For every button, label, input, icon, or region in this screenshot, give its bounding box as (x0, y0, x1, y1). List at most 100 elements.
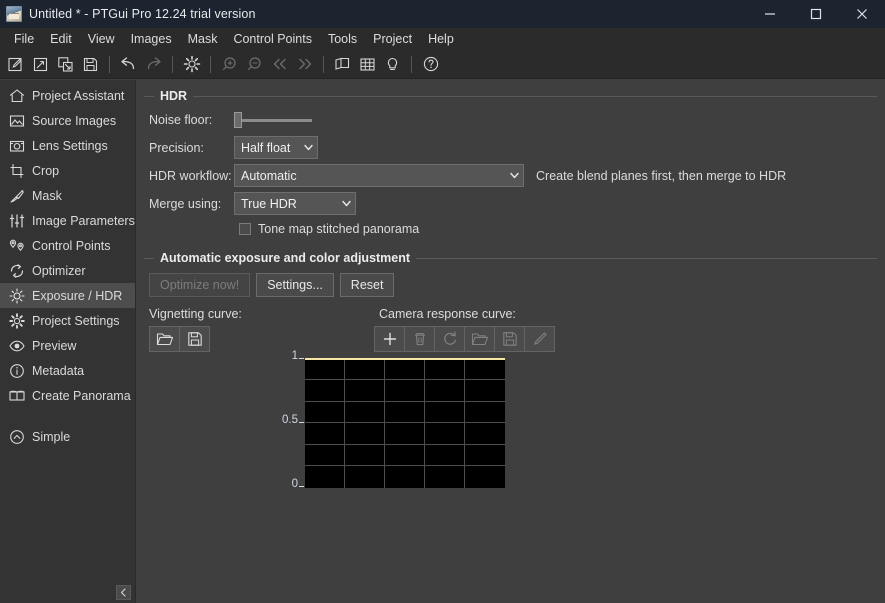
group-dash (144, 258, 154, 259)
menu-mask[interactable]: Mask (180, 30, 226, 48)
refresh-icon (442, 331, 458, 347)
content-panel: HDR Noise floor: Precision: Half float (136, 80, 885, 603)
menu-control-points[interactable]: Control Points (225, 30, 320, 48)
folder-open-icon (156, 331, 174, 347)
grid-button[interactable] (355, 52, 380, 77)
redo-icon (144, 56, 163, 73)
maximize-icon (810, 8, 822, 20)
panorama-icon (8, 387, 25, 404)
exposure-groupbox: Automatic exposure and color adjustment … (144, 250, 885, 352)
settings-gear-icon (183, 55, 201, 73)
toolbar-separator (323, 56, 324, 73)
sidebar-item-crop[interactable]: Crop (0, 158, 135, 183)
sidebar-item-label: Create Panorama (32, 389, 131, 403)
chevron-left-icon (119, 588, 128, 597)
chevron-down-icon (337, 200, 355, 207)
noise-floor-label: Noise floor: (144, 113, 234, 127)
sidebar-item-metadata[interactable]: Metadata (0, 358, 135, 383)
open-project-icon (32, 56, 49, 73)
camera-response-refresh-button (434, 326, 465, 352)
precision-select[interactable]: Half float (234, 136, 318, 159)
trash-icon (412, 331, 428, 347)
sliders-icon (8, 212, 25, 229)
exposure-button-row: Optimize now! Settings... Reset (144, 273, 885, 297)
sidebar-item-label: Crop (32, 164, 59, 178)
sidebar-collapse-button[interactable] (116, 585, 131, 600)
noise-floor-row: Noise floor: (144, 109, 885, 131)
layers-button[interactable] (330, 52, 355, 77)
camera-response-button-row (374, 326, 555, 352)
y-tick (299, 358, 304, 359)
sidebar-item-project-settings[interactable]: Project Settings (0, 308, 135, 333)
sidebar-item-control-points[interactable]: Control Points (0, 233, 135, 258)
tone-map-checkbox[interactable] (239, 223, 251, 235)
grid-line-horizontal (305, 379, 505, 380)
reset-button[interactable]: Reset (340, 273, 395, 297)
menu-view[interactable]: View (80, 30, 123, 48)
lightbulb-button[interactable] (380, 52, 405, 77)
chevron-up-circle-icon (8, 428, 25, 445)
sidebar-mode-toggle[interactable]: Simple (0, 424, 135, 449)
sidebar-item-label: Project Assistant (32, 89, 124, 103)
previous-icon (271, 55, 289, 73)
settings-gear-button[interactable] (179, 52, 204, 77)
menu-file[interactable]: File (6, 30, 42, 48)
grid-line-vertical (384, 358, 385, 488)
sidebar-item-lens-settings[interactable]: Lens Settings (0, 133, 135, 158)
hdr-group-header: HDR (144, 88, 885, 104)
vignetting-curve-line (305, 358, 505, 360)
eye-icon (8, 337, 25, 354)
close-icon (856, 8, 868, 20)
sidebar-item-image-parameters[interactable]: Image Parameters (0, 208, 135, 233)
tone-map-row[interactable]: Tone map stitched panorama (144, 222, 885, 236)
new-project-button[interactable] (3, 52, 28, 77)
settings-button[interactable]: Settings... (256, 273, 334, 297)
layers-icon (333, 56, 352, 73)
menu-tools[interactable]: Tools (320, 30, 365, 48)
camera-response-curve-label: Camera response curve: (379, 307, 516, 321)
sidebar-item-project-assistant[interactable]: Project Assistant (0, 83, 135, 108)
menu-images[interactable]: Images (123, 30, 180, 48)
slider-handle[interactable] (234, 112, 242, 128)
sidebar-item-label: Mask (32, 189, 62, 203)
menu-edit[interactable]: Edit (42, 30, 80, 48)
help-button[interactable] (418, 52, 443, 77)
merge-using-select[interactable]: True HDR (234, 192, 356, 215)
camera-response-delete-button (404, 326, 435, 352)
sidebar-item-exposure-hdr[interactable]: Exposure / HDR (0, 283, 135, 308)
grid-line-vertical (344, 358, 345, 488)
new-project-icon (7, 56, 24, 73)
save-project-button[interactable] (78, 52, 103, 77)
open-project-button[interactable] (28, 52, 53, 77)
pins-icon (8, 237, 25, 254)
next-icon (296, 55, 314, 73)
undo-button[interactable] (116, 52, 141, 77)
optimize-now-button[interactable]: Optimize now! (149, 273, 250, 297)
sidebar-spacer (0, 408, 135, 424)
close-button[interactable] (839, 0, 885, 28)
menu-help[interactable]: Help (420, 30, 462, 48)
menu-project[interactable]: Project (365, 30, 420, 48)
app-icon (6, 6, 22, 22)
minimize-button[interactable] (747, 0, 793, 28)
chevron-down-icon (505, 172, 523, 179)
noise-floor-slider[interactable] (234, 111, 312, 129)
floppy-save-icon (187, 331, 203, 347)
sidebar-item-preview[interactable]: Preview (0, 333, 135, 358)
sidebar-item-create-panorama[interactable]: Create Panorama (0, 383, 135, 408)
sidebar-item-mask[interactable]: Mask (0, 183, 135, 208)
maximize-button[interactable] (793, 0, 839, 28)
title-bar: Untitled * - PTGui Pro 12.24 trial versi… (0, 0, 885, 28)
sidebar-item-optimizer[interactable]: Optimizer (0, 258, 135, 283)
tone-map-label: Tone map stitched panorama (258, 222, 419, 236)
add-images-button[interactable] (53, 52, 78, 77)
camera-response-add-button[interactable] (374, 326, 405, 352)
chart-y-axis-ticks (299, 358, 304, 488)
vignetting-open-button[interactable] (149, 326, 180, 352)
image-icon (8, 112, 25, 129)
sidebar-item-source-images[interactable]: Source Images (0, 108, 135, 133)
toolbar-separator (411, 56, 412, 73)
vignetting-save-button[interactable] (179, 326, 210, 352)
hdr-workflow-select[interactable]: Automatic (234, 164, 524, 187)
next-button (292, 52, 317, 77)
